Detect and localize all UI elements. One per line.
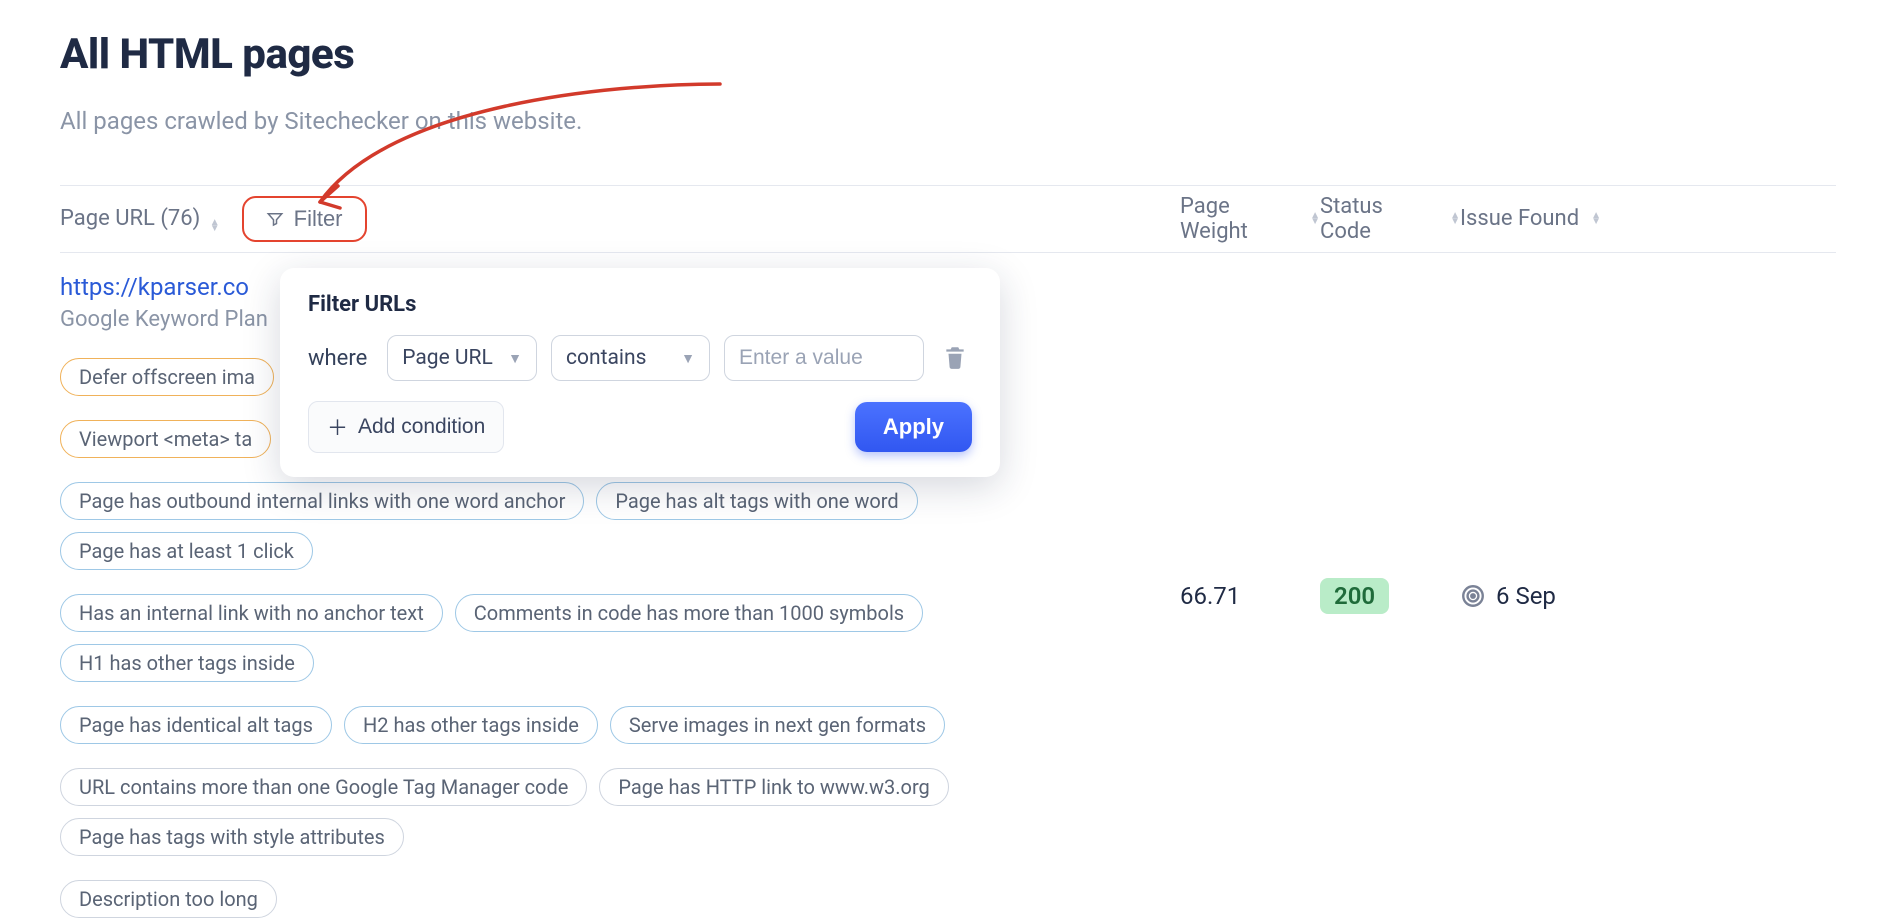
filter-value-input[interactable] [724,335,924,381]
issue-tag[interactable]: Has an internal link with no anchor text [60,594,443,632]
filter-popover-title: Filter URLs [308,292,972,317]
issue-tag[interactable]: Viewport <meta> ta [60,420,271,458]
filter-popover: Filter URLs where Page URL ▼ contains ▼ … [280,268,1000,477]
sort-icon: ▲▼ [210,220,220,232]
funnel-icon [266,210,284,228]
page-subtitle: All pages crawled by Sitechecker on this… [60,107,1836,135]
page-url-link[interactable]: https://kparser.co [60,273,249,301]
trash-icon [942,344,968,370]
chevron-down-icon: ▼ [508,350,522,367]
issue-tag[interactable]: Comments in code has more than 1000 symb… [455,594,923,632]
column-page-url-label: Page URL (76) [60,206,200,231]
apply-button[interactable]: Apply [855,402,972,452]
issue-tag[interactable]: H2 has other tags inside [344,706,598,744]
issue-tag[interactable]: Page has outbound internal links with on… [60,482,584,520]
chevron-down-icon: ▼ [681,350,695,367]
issue-found-date: 6 Sep [1496,582,1556,610]
filter-operator-select-value: contains [566,346,646,370]
filter-where-label: where [308,346,367,371]
filter-field-select[interactable]: Page URL ▼ [387,335,537,381]
filter-operator-select[interactable]: contains ▼ [551,335,710,381]
column-issue-found[interactable]: Issue Found ▲▼ [1460,206,1630,231]
delete-condition-button[interactable] [938,340,972,377]
issue-tag[interactable]: Page has HTTP link to www.w3.org [599,768,948,806]
issue-tag[interactable]: Description too long [60,880,277,918]
column-status-code-label: Status Code [1320,194,1438,245]
filter-button[interactable]: Filter [242,196,367,242]
issue-tag[interactable]: URL contains more than one Google Tag Ma… [60,768,587,806]
status-code-badge: 200 [1320,578,1389,614]
column-page-weight[interactable]: Page Weight ▲▼ [1180,194,1320,245]
column-issue-found-label: Issue Found [1460,206,1579,231]
issue-tag[interactable]: H1 has other tags inside [60,644,314,682]
add-condition-label: Add condition [358,415,485,439]
page-title: All HTML pages [60,30,1836,79]
sort-icon: ▲▼ [1450,213,1460,225]
column-status-code[interactable]: Status Code ▲▼ [1320,194,1460,245]
issue-tag[interactable]: Defer offscreen ima [60,358,274,396]
issue-tag[interactable]: Page has alt tags with one word [596,482,917,520]
filter-button-label: Filter [294,206,343,232]
target-icon [1460,583,1486,609]
column-page-weight-label: Page Weight [1180,194,1298,245]
add-condition-button[interactable]: ＋ Add condition [308,401,504,453]
column-page-url[interactable]: Page URL (76) ▲▼ [60,206,220,232]
issue-tag[interactable]: Page has identical alt tags [60,706,332,744]
sort-icon: ▲▼ [1310,213,1320,225]
filter-field-select-value: Page URL [402,346,493,370]
page-weight-value: 66.71 [1180,273,1320,918]
issue-tag[interactable]: Serve images in next gen formats [610,706,945,744]
issue-tag[interactable]: Page has tags with style attributes [60,818,404,856]
sort-icon: ▲▼ [1591,213,1601,225]
plus-icon: ＋ [327,412,348,442]
issue-tag[interactable]: Page has at least 1 click [60,532,313,570]
